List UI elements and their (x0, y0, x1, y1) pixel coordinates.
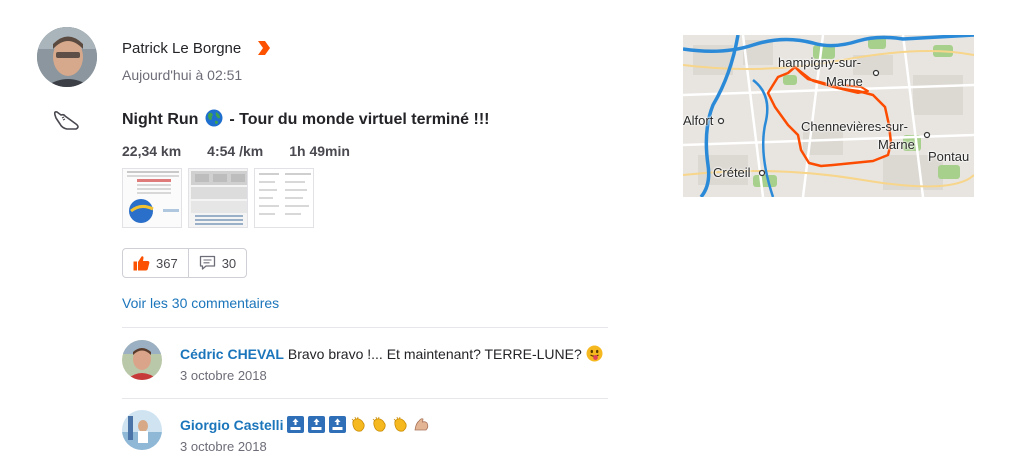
comment-button[interactable]: 30 (187, 249, 246, 277)
photo-thumbnail[interactable] (254, 168, 314, 228)
comments-count: 30 (221, 255, 237, 271)
subscriber-badge-icon (256, 40, 271, 56)
running-shoe-icon (52, 107, 82, 133)
divider (122, 327, 608, 328)
flexed-biceps-icon (413, 416, 430, 436)
comment-body: Giorgio Castelli (180, 416, 430, 436)
map-label-marne: Marne (878, 137, 915, 152)
clapping-hands-icon (392, 416, 409, 436)
kudos-count: 367 (156, 255, 178, 271)
activity-timestamp: Aujourd'hui à 02:51 (122, 67, 243, 83)
top-arrow-icon (329, 416, 347, 436)
photo-thumbnail[interactable] (188, 168, 248, 228)
athlete-name[interactable]: Patrick Le Borgne (122, 40, 241, 57)
top-arrow-icon (287, 416, 305, 436)
stat-distance: 22,34 km (122, 143, 182, 159)
comment-date: 3 octobre 2018 (180, 439, 267, 454)
activity-map[interactable]: hampigny-sur- Marne Alfort Chennevières-… (683, 35, 974, 197)
globe-icon (205, 109, 223, 127)
comment-text: Bravo bravo !... Et maintenant? TERRE-LU… (287, 346, 582, 362)
comment-body: Cédric CHEVAL Bravo bravo !... Et mainte… (180, 345, 603, 365)
stat-pace: 4:54 /km (207, 143, 264, 159)
stat-duration: 1h 49min (289, 143, 350, 159)
clapping-hands-icon (350, 416, 367, 436)
map-label-champigny: hampigny-sur- (778, 55, 862, 70)
map-label-chennevieres: Chennevières-sur- (801, 119, 908, 134)
comment-author[interactable]: Giorgio Castelli (180, 417, 283, 433)
comment-date: 3 octobre 2018 (180, 368, 267, 383)
comment-author[interactable]: Cédric CHEVAL (180, 346, 284, 362)
comment-avatar[interactable] (122, 340, 162, 380)
map-label-alfort: Alfort (683, 113, 714, 128)
activity-actions: 367 30 (122, 248, 248, 278)
map-label-creteil: Créteil (713, 165, 751, 180)
comment-icon (199, 255, 215, 270)
clapping-hands-icon (371, 416, 388, 436)
top-arrow-icon (308, 416, 326, 436)
activity-stats: 22,34 km 4:54 /km 1h 49min (122, 143, 376, 159)
activity-title-text[interactable]: Night Run (122, 111, 198, 128)
thumbs-up-icon (133, 256, 150, 271)
tongue-face-icon (586, 345, 603, 365)
map-label-marne: Marne (826, 74, 863, 89)
photo-thumbnail[interactable] (122, 168, 182, 228)
activity-title[interactable]: Night Run - Tour du monde virtuel termin… (122, 109, 489, 129)
divider (122, 398, 608, 399)
comment-avatar[interactable] (122, 410, 162, 450)
map-label-pontau: Pontau (928, 149, 970, 164)
athlete-avatar[interactable] (37, 27, 97, 87)
kudos-button[interactable]: 367 (123, 249, 188, 277)
activity-title-suffix[interactable]: - Tour du monde virtuel terminé !!! (229, 111, 489, 128)
view-all-comments-link[interactable]: Voir les 30 commentaires (122, 295, 279, 311)
